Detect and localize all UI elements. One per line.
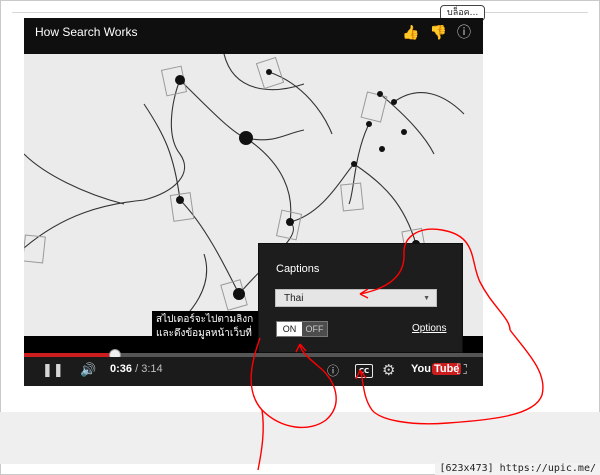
captions-on-button[interactable]: ON	[277, 322, 302, 336]
captions-options-link[interactable]: Options	[412, 323, 446, 334]
captions-title: Captions	[276, 263, 320, 275]
top-divider	[12, 12, 588, 13]
pause-icon[interactable]: ❚❚	[42, 363, 64, 379]
player-controls: ❚❚ 🔊 0:36 / 3:14 ⓘ CC ⚙ You Tube ⛶	[24, 357, 483, 386]
gear-icon[interactable]: ⚙	[382, 362, 395, 378]
caption-language-value: Thai	[284, 293, 304, 304]
duration: 3:14	[141, 363, 163, 375]
volume-icon[interactable]: 🔊	[80, 363, 96, 379]
captions-icon[interactable]: CC	[355, 364, 373, 378]
captions-settings-panel: Captions Thai ▼ ON OFF Options	[258, 243, 463, 353]
caption-language-select[interactable]: Thai ▼	[275, 289, 437, 307]
video-title[interactable]: How Search Works	[35, 25, 137, 39]
video-title-bar: How Search Works 👍 👎 ⓘ	[24, 18, 483, 54]
captions-off-button[interactable]: OFF	[302, 322, 327, 336]
thumbs-up-icon[interactable]: 👍	[402, 25, 419, 41]
annotations-icon[interactable]: ⓘ	[327, 363, 339, 379]
thumbs-down-icon[interactable]: 👎	[430, 25, 447, 41]
video-top-actions: 👍 👎 ⓘ	[402, 25, 471, 41]
watermark: [623x473] https://upic.me/	[435, 463, 600, 475]
fullscreen-icon[interactable]: ⛶	[457, 362, 467, 378]
info-icon[interactable]: ⓘ	[457, 25, 471, 41]
chevron-down-icon: ▼	[423, 295, 430, 302]
youtube-logo[interactable]: You Tube	[411, 363, 462, 375]
time-display: 0:36 / 3:14	[110, 363, 163, 375]
page-footer-area	[0, 412, 600, 464]
youtube-logo-you: You	[411, 363, 431, 375]
captions-toggle[interactable]: ON OFF	[276, 321, 328, 337]
time-separator: /	[132, 363, 142, 375]
current-time: 0:36	[110, 363, 133, 375]
